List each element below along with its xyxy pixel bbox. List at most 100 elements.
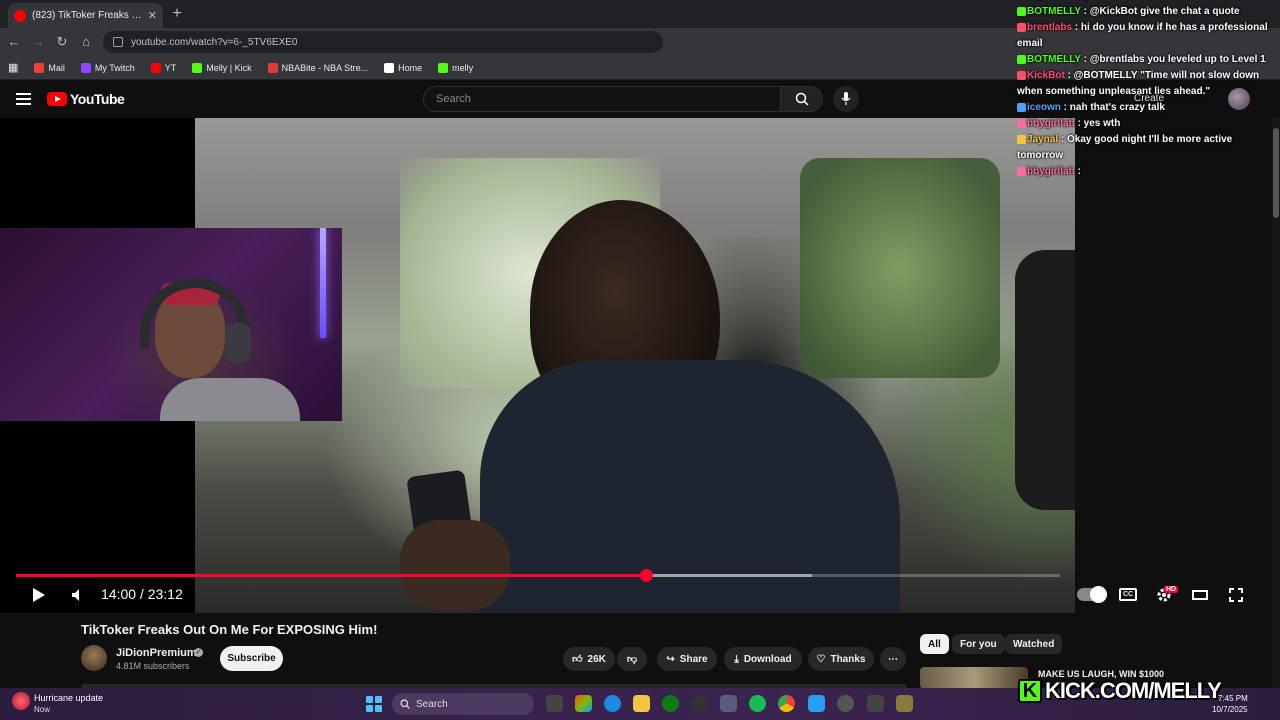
chat-text: : nah that's crazy talk [1060,102,1165,113]
tab-close-icon[interactable]: ✕ [148,9,157,22]
bookmark-twitch[interactable]: My Twitch [80,62,135,73]
kick-icon [192,62,203,73]
kick-url-banner: K KICK.COM/MELLY [1018,676,1230,706]
clock-date[interactable]: 10/7/2025 [1212,705,1248,714]
bookmark-kick[interactable]: Melly | Kick [192,62,252,73]
back-icon[interactable]: ← [6,34,22,49]
dislike-button[interactable]: 👎︎ [617,647,647,671]
scrubber-handle[interactable] [639,569,653,582]
hd-badge: HD [1164,586,1179,593]
xbox-icon[interactable] [662,695,679,712]
twitch-icon [80,62,91,73]
chip-all[interactable]: All [920,634,949,654]
chat-username: bbygirllah [1027,118,1075,129]
chat-badge-icon [1017,134,1026,144]
led-strip [320,228,326,338]
file-explorer-icon[interactable] [633,695,650,712]
bookmark-nbabite[interactable]: NBABite - NBA Stre... [267,62,368,73]
menu-icon[interactable] [16,93,31,105]
like-button[interactable]: 👍︎ 26K [563,647,615,671]
copilot-icon[interactable] [575,695,592,712]
chat-username: Jaynal [1027,134,1059,145]
more-actions-button[interactable]: ⋯ [880,647,906,671]
taskbar-search[interactable]: Search [392,693,534,715]
scrollbar-thumb[interactable] [1273,128,1279,218]
new-tab-icon[interactable]: + [168,5,186,23]
chat-message: BOTMELLY : @brentlabs you leveled up to … [1015,52,1280,68]
reload-icon[interactable]: ↻ [54,34,70,50]
chrome-icon[interactable] [778,695,795,712]
edge-icon[interactable] [604,695,621,712]
chip-watched[interactable]: Watched [1005,634,1063,654]
thumbs-down-icon: 👎︎ [626,654,638,665]
bookmark-yt[interactable]: YT [150,62,176,73]
chat-message: iceown : nah that's crazy talk [1015,100,1280,116]
site-info-icon[interactable] [113,37,123,47]
thanks-button[interactable]: ♡ Thanks [808,647,874,671]
subscribe-button[interactable]: Subscribe [220,646,283,671]
play-button[interactable] [30,586,48,604]
progress-played [16,574,646,577]
browser-tab[interactable]: (823) TikToker Freaks Out On Me ✕ [8,3,163,28]
youtube-play-icon [47,92,67,106]
theater-mode-button[interactable] [1191,586,1209,604]
bookmark-melly[interactable]: melly [438,62,473,73]
verified-icon: ✓ [194,648,203,657]
download-button[interactable]: ⤓ Download [724,647,802,671]
voice-search-button[interactable] [833,86,859,112]
chip-for-you[interactable]: For you [952,634,1005,654]
media-player-icon[interactable] [837,695,854,712]
tab-title: (823) TikToker Freaks Out On Me [32,10,142,21]
time-display: 14:00 / 23:12 [101,586,183,602]
like-count: 26K [587,653,606,665]
subtitles-button[interactable]: CC [1119,588,1137,601]
recommendation-thumbnail[interactable] [920,667,1028,689]
obs-icon[interactable] [867,695,884,712]
weather-title[interactable]: Hurricane update [34,693,103,703]
start-button[interactable] [366,696,382,712]
chat-badge-icon [1017,118,1026,128]
store-icon[interactable] [720,695,737,712]
nba-icon [267,62,278,73]
thumbs-up-icon: 👍︎ [572,654,583,665]
channel-name[interactable]: JiDionPremium [116,647,197,659]
chat-text: : [1074,166,1081,177]
chat-message: bbygirllah : yes wth [1015,116,1280,132]
share-button[interactable]: ↪ Share [657,647,717,671]
volume-icon [72,589,79,601]
chat-message: BOTMELLY : @KickBot give the chat a quot… [1015,4,1280,20]
chat-badge-icon [1017,70,1026,80]
youtube-logo[interactable]: YouTube [47,91,125,107]
search-icon [400,699,410,709]
channel-avatar[interactable] [81,645,107,671]
bookmark-home[interactable]: Home [384,62,422,73]
apps-icon[interactable]: ▦ [8,61,18,74]
search-icon [795,92,809,106]
chat-badge-icon [1017,102,1026,112]
search-input[interactable]: Search [423,86,781,112]
steam-icon[interactable] [691,695,708,712]
mute-button[interactable] [69,586,87,604]
photos-icon[interactable] [808,695,825,712]
app-icon[interactable] [896,695,913,712]
address-bar[interactable]: youtube.com/watch?v=6-_5TV6EXE0 [103,31,663,53]
search-button[interactable] [781,86,823,112]
autoplay-toggle[interactable] [1077,586,1107,603]
youtube-favicon-icon [14,9,26,22]
weather-alert-icon[interactable] [12,692,30,710]
chat-badge-icon [1017,22,1026,32]
chat-text: : baby fat [1058,0,1105,1]
chat-text: : @brentlabs you leveled up to Level 1 [1080,54,1266,65]
chat-username: BOTMELLY [1027,54,1081,65]
fullscreen-icon [1229,588,1243,602]
fullscreen-button[interactable] [1227,586,1245,604]
forward-icon[interactable]: → [30,34,46,49]
chat-message: bbygirllah : [1015,164,1280,180]
task-view-icon[interactable] [546,695,563,712]
home-icon[interactable]: ⌂ [78,34,94,49]
chat-text: : @KickBot give the chat a quote [1080,6,1240,17]
chat-username: brentlabs [1027,22,1073,33]
share-icon: ↪ [666,653,675,665]
bookmark-mail[interactable]: Mail [34,62,65,73]
spotify-icon[interactable] [749,695,766,712]
